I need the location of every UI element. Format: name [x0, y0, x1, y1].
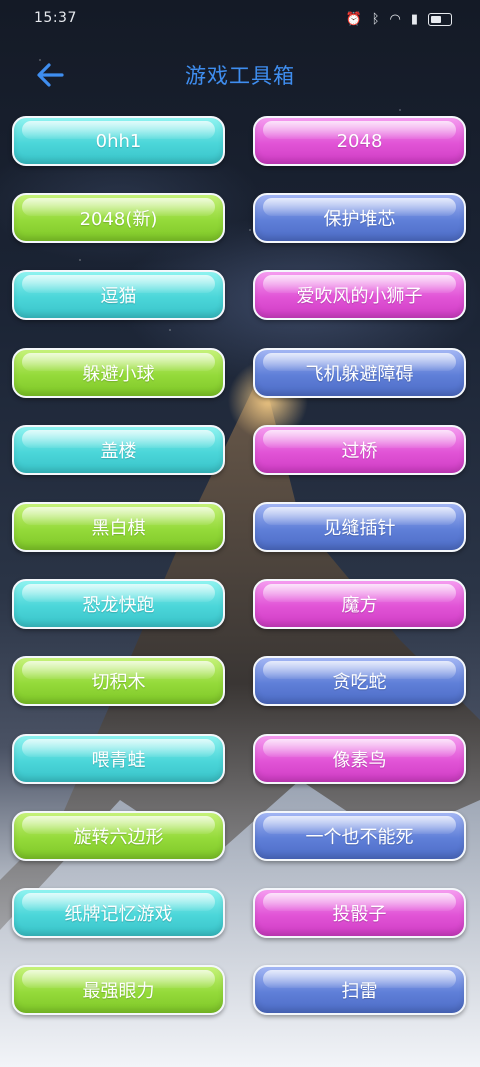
page-title: 游戏工具箱	[185, 64, 295, 88]
game-button[interactable]: 逗猫	[12, 270, 225, 320]
game-button[interactable]: 旋转六边形	[12, 811, 225, 861]
status-time: 15:37	[34, 10, 77, 26]
wifi-icon: ◠	[389, 12, 401, 27]
game-button-label: 纸牌记忆游戏	[64, 904, 173, 925]
status-bar: 15:37 ⏰ ᛒ ◠ ▮	[0, 0, 480, 40]
game-button-label: 过桥	[341, 441, 378, 462]
game-button-label: 逗猫	[100, 286, 137, 307]
game-button-label: 贪吃蛇	[332, 672, 387, 693]
game-button[interactable]: 黑白棋	[12, 502, 225, 552]
game-button-label: 爱吹风的小狮子	[296, 286, 423, 307]
game-button[interactable]: 爱吹风的小狮子	[253, 270, 466, 320]
game-button-label: 盖楼	[100, 441, 137, 462]
game-button-label: 切积木	[91, 672, 146, 693]
game-button[interactable]: 喂青蛙	[12, 734, 225, 784]
alarm-icon: ⏰	[345, 12, 362, 27]
game-button[interactable]: 投骰子	[253, 888, 466, 938]
game-button-label: 旋转六边形	[73, 827, 164, 848]
game-button[interactable]: 纸牌记忆游戏	[12, 888, 225, 938]
game-button[interactable]: 保护堆芯	[253, 193, 466, 243]
game-button-label: 最强眼力	[82, 981, 155, 1002]
game-button[interactable]: 见缝插针	[253, 502, 466, 552]
signal-icon: ▮	[410, 12, 418, 27]
game-button-label: 见缝插针	[323, 518, 396, 539]
game-button-label: 一个也不能死	[305, 827, 414, 848]
game-button[interactable]: 躲避小球	[12, 348, 225, 398]
game-button[interactable]: 切积木	[12, 656, 225, 706]
game-button-label: 喂青蛙	[91, 750, 146, 771]
game-button-label: 2048(新)	[79, 209, 158, 230]
game-button[interactable]: 飞机躲避障碍	[253, 348, 466, 398]
bluetooth-icon: ᛒ	[371, 12, 380, 27]
game-button-label: 魔方	[341, 595, 378, 616]
game-button[interactable]: 魔方	[253, 579, 466, 629]
game-button-label: 恐龙快跑	[82, 595, 155, 616]
game-button[interactable]: 恐龙快跑	[12, 579, 225, 629]
battery-icon	[428, 13, 452, 26]
game-button[interactable]: 像素鸟	[253, 734, 466, 784]
game-button[interactable]: 一个也不能死	[253, 811, 466, 861]
game-button[interactable]: 2048	[253, 116, 466, 166]
game-button[interactable]: 贪吃蛇	[253, 656, 466, 706]
game-button-label: 躲避小球	[82, 364, 155, 385]
game-button-label: 投骰子	[332, 904, 387, 925]
game-button-label: 像素鸟	[332, 750, 387, 771]
game-button[interactable]: 最强眼力	[12, 965, 225, 1015]
game-button-label: 保护堆芯	[323, 209, 396, 230]
game-button-label: 扫雷	[341, 981, 378, 1002]
game-button[interactable]: 0hh1	[12, 116, 225, 166]
game-button[interactable]: 过桥	[253, 425, 466, 475]
status-icons: ⏰ ᛒ ◠ ▮	[345, 12, 452, 27]
game-button-label: 0hh1	[95, 130, 142, 152]
game-button-label: 飞机躲避障碍	[305, 364, 414, 385]
game-button[interactable]: 盖楼	[12, 425, 225, 475]
game-button[interactable]: 扫雷	[253, 965, 466, 1015]
game-button[interactable]: 2048(新)	[12, 193, 225, 243]
game-button-label: 2048	[336, 130, 383, 152]
app-header: 游戏工具箱	[0, 48, 480, 100]
game-button-label: 黑白棋	[91, 518, 146, 539]
